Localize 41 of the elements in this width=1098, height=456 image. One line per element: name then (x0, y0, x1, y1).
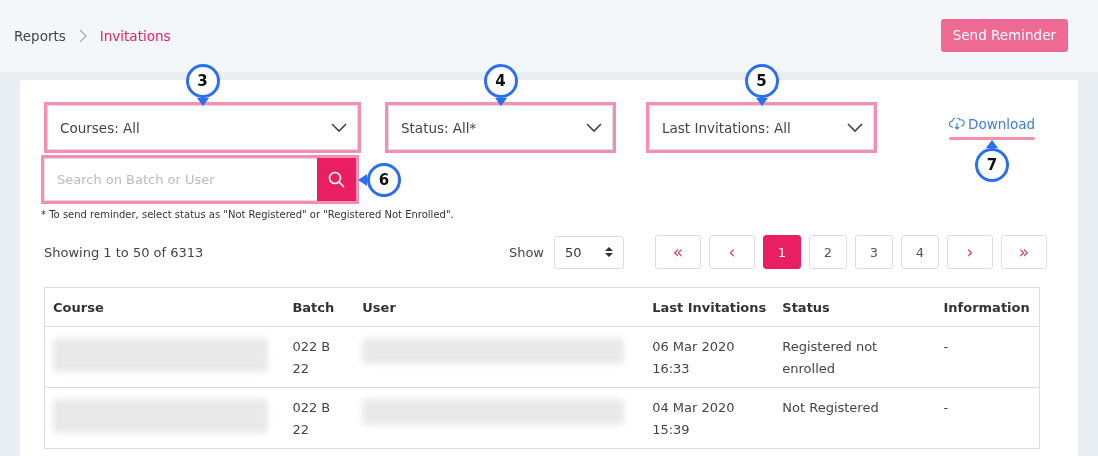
filter-dropdown[interactable]: Status: All* (388, 105, 613, 150)
table-cell: - (935, 387, 1040, 449)
download-link[interactable]: Download (949, 115, 1036, 137)
page-button[interactable]: 1 (763, 235, 801, 269)
breadcrumb-link[interactable]: Reports (14, 28, 66, 44)
pagination-nav-button[interactable]: » (1001, 235, 1047, 269)
page-button[interactable]: 3 (855, 235, 893, 269)
column-header: Status (774, 287, 936, 327)
pagination-nav-button[interactable]: ‹ (709, 235, 755, 269)
page-button[interactable]: 2 (809, 235, 847, 269)
show-label: Show (508, 244, 544, 260)
column-header: Information (935, 287, 1040, 327)
filter-dropdown[interactable]: Last Invitations: All (649, 105, 874, 150)
cloud-download-icon (949, 117, 965, 130)
table-cell: 04 Mar 2020 15:39 (644, 387, 775, 449)
results-summary: Showing 1 to 50 of 6313 (44, 244, 204, 260)
pagination-nav-button[interactable]: › (947, 235, 993, 269)
pagination-nav-button[interactable]: « (655, 235, 701, 269)
breadcrumb-link[interactable]: Invitations (99, 28, 171, 44)
chevron-down-icon (586, 122, 602, 133)
filter-dropdown[interactable]: Courses: All (47, 105, 358, 150)
table-cell: - (935, 326, 1040, 388)
table-cell: 022 B 22 (284, 326, 355, 388)
column-header: User (354, 287, 645, 327)
table-cell: Not Registered (774, 387, 936, 449)
table-cell: 06 Mar 2020 16:33 (644, 326, 775, 388)
sort-arrows-icon (605, 246, 613, 258)
page-button[interactable]: 4 (901, 235, 939, 269)
chevron-right-icon (77, 29, 88, 43)
column-header: Last Invitations (644, 287, 775, 327)
search-button[interactable] (317, 158, 356, 201)
column-header: Batch (284, 287, 355, 327)
search-field[interactable]: Search on Batch or User (44, 158, 317, 201)
search-icon (328, 171, 345, 188)
column-header: Course (44, 287, 285, 327)
note-text: * To send reminder, select status as "Not Registered" or "Registered Not Enrolled". (41, 209, 455, 220)
table-cell: Registered not enrolled (774, 326, 936, 388)
page-size-select[interactable]: 50 (554, 235, 624, 269)
chevron-down-icon (847, 122, 863, 133)
chevron-down-icon (331, 122, 347, 133)
table-cell: 022 B 22 (284, 387, 355, 449)
